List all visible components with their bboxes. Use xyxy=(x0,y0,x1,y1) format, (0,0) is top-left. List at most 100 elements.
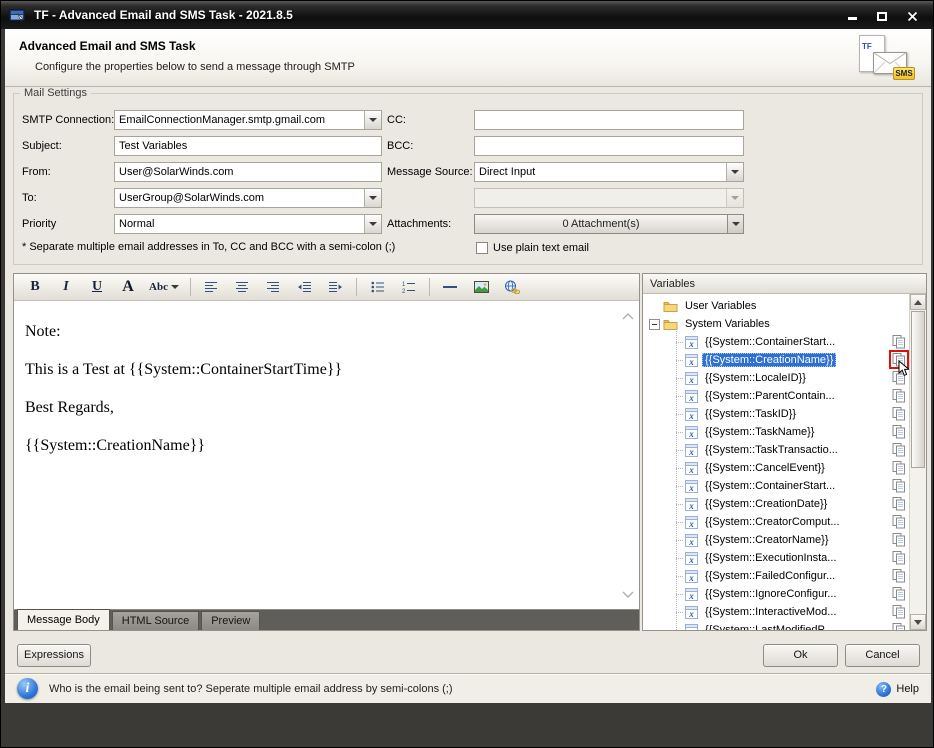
editor-tab[interactable]: Message Body xyxy=(17,609,110,630)
variable-row[interactable]: x {{System::TaskTransactio... xyxy=(643,441,909,459)
cancel-button[interactable]: Cancel xyxy=(845,644,920,667)
to-dropdown-button[interactable] xyxy=(364,189,381,207)
editor-tab[interactable]: Preview xyxy=(201,611,260,630)
close-icon xyxy=(907,11,918,22)
italic-button[interactable]: I xyxy=(51,277,81,298)
variable-row[interactable]: x {{System::CreationName}} xyxy=(643,351,909,369)
scroll-down-icon[interactable] xyxy=(622,585,634,603)
copy-variable-button[interactable] xyxy=(891,568,907,583)
toolbar-separator xyxy=(429,278,430,296)
variable-row[interactable]: x {{System::IgnoreConfigur... xyxy=(643,585,909,603)
insert-image-button[interactable] xyxy=(466,277,496,298)
folder-label: System Variables xyxy=(682,317,773,331)
variable-icon: x xyxy=(685,372,698,385)
variable-label: {{System::LocaleID}} xyxy=(702,371,809,385)
ok-button[interactable]: Ok xyxy=(763,644,838,667)
bcc-input[interactable] xyxy=(474,136,744,156)
outdent-button[interactable] xyxy=(289,277,319,298)
priority-dropdown-button[interactable] xyxy=(364,215,381,233)
copy-variable-button[interactable] xyxy=(891,334,907,349)
group-caption: Mail Settings xyxy=(20,87,91,99)
editor-tab[interactable]: HTML Source xyxy=(112,611,199,630)
close-button[interactable] xyxy=(905,8,919,22)
insert-hyperlink-button[interactable] xyxy=(497,277,527,298)
scroll-up-icon[interactable] xyxy=(622,307,634,325)
cc-input[interactable] xyxy=(474,110,744,130)
page-subtitle: Configure the properties below to send a… xyxy=(35,61,355,73)
copy-variable-button[interactable] xyxy=(891,496,907,511)
copy-variable-button[interactable] xyxy=(891,478,907,493)
variable-row[interactable]: x {{System::CreatorName}} xyxy=(643,531,909,549)
variable-row[interactable]: x {{System::InteractiveMod... xyxy=(643,603,909,621)
copy-icon xyxy=(892,407,906,421)
variables-scrollbar[interactable] xyxy=(909,294,926,630)
variable-label: {{System::CreatorName}} xyxy=(702,533,832,547)
from-input[interactable]: User@SolarWinds.com xyxy=(114,162,382,182)
attachments-button[interactable]: 0 Attachment(s) xyxy=(474,214,744,234)
numbered-list-button[interactable]: 12 xyxy=(393,277,423,298)
variable-row[interactable]: x {{System::ExecutionInsta... xyxy=(643,549,909,567)
underline-button[interactable]: U xyxy=(82,277,112,298)
tree-item-user-variables[interactable]: User Variables xyxy=(643,297,909,315)
bold-button[interactable]: B xyxy=(20,277,50,298)
variable-row[interactable]: x {{System::FailedConfigur... xyxy=(643,567,909,585)
message-source-dropdown-button[interactable] xyxy=(726,163,743,181)
to-combobox[interactable]: UserGroup@SolarWinds.com xyxy=(114,188,382,208)
attachments-dropdown-button[interactable] xyxy=(727,215,743,233)
copy-variable-button[interactable] xyxy=(891,514,907,529)
horizontal-rule-button[interactable] xyxy=(435,277,465,298)
chevron-down-icon xyxy=(731,196,739,200)
variable-row[interactable]: x {{System::CreatorComput... xyxy=(643,513,909,531)
collapse-icon[interactable] xyxy=(649,319,660,330)
scrollbar-thumb[interactable] xyxy=(911,311,925,468)
copy-variable-button[interactable] xyxy=(891,550,907,565)
copy-variable-button[interactable] xyxy=(891,622,907,630)
font-button[interactable]: A xyxy=(113,277,143,298)
copy-variable-button[interactable] xyxy=(891,532,907,547)
variable-row[interactable]: x {{System::CreationDate}} xyxy=(643,495,909,513)
variable-row[interactable]: x {{System::ParentContain... xyxy=(643,387,909,405)
variable-row[interactable]: x {{System::ContainerStart... xyxy=(643,477,909,495)
copy-icon xyxy=(892,569,906,583)
copy-variable-button[interactable] xyxy=(891,460,907,475)
copy-variable-button[interactable] xyxy=(891,424,907,439)
font-color-button[interactable]: Abc xyxy=(144,277,184,298)
tree-item-system-variables[interactable]: System Variables xyxy=(643,315,909,333)
smtp-connection-value: EmailConnectionManager.smtp.gmail.com xyxy=(115,111,364,129)
scroll-down-button[interactable] xyxy=(910,614,926,630)
indent-button[interactable] xyxy=(320,277,350,298)
smtp-dropdown-button[interactable] xyxy=(364,111,381,129)
copy-variable-button[interactable] xyxy=(891,586,907,601)
align-center-icon xyxy=(236,281,249,293)
variable-row[interactable]: x {{System::CancelEvent}} xyxy=(643,459,909,477)
checkbox-box[interactable] xyxy=(476,242,488,254)
subject-input[interactable]: Test Variables xyxy=(114,136,382,156)
copy-variable-button[interactable] xyxy=(891,352,907,367)
variable-row[interactable]: x {{System::TaskID}} xyxy=(643,405,909,423)
copy-variable-button[interactable] xyxy=(891,604,907,619)
variable-row[interactable]: x {{System::ContainerStart... xyxy=(643,333,909,351)
maximize-button[interactable] xyxy=(875,8,889,22)
variable-row[interactable]: x {{System::TaskName}} xyxy=(643,423,909,441)
variable-row[interactable]: x {{System::LocaleID}} xyxy=(643,369,909,387)
plain-text-checkbox[interactable]: Use plain text email xyxy=(476,242,589,254)
chevron-down-icon xyxy=(171,285,179,289)
variable-label: {{System::CreationName}} xyxy=(702,353,836,367)
variables-list: x {{System::ContainerStart... xyxy=(643,333,909,630)
help-button[interactable]: Help xyxy=(876,674,919,704)
copy-variable-button[interactable] xyxy=(891,388,907,403)
variable-row[interactable]: x {{System::LastModifiedP... xyxy=(643,621,909,630)
message-body-editor[interactable]: Note: This is a Test at {{System::Contai… xyxy=(14,301,639,609)
smtp-connection-combobox[interactable]: EmailConnectionManager.smtp.gmail.com xyxy=(114,110,382,130)
copy-variable-button[interactable] xyxy=(891,442,907,457)
align-left-button[interactable] xyxy=(196,277,226,298)
scroll-up-button[interactable] xyxy=(910,294,926,310)
copy-variable-button[interactable] xyxy=(891,406,907,421)
align-right-button[interactable] xyxy=(258,277,288,298)
message-source-combobox[interactable]: Direct Input xyxy=(474,162,744,182)
minimize-button[interactable] xyxy=(845,8,859,22)
bullet-list-button[interactable] xyxy=(362,277,392,298)
align-center-button[interactable] xyxy=(227,277,257,298)
priority-combobox[interactable]: Normal xyxy=(114,214,382,234)
expressions-button[interactable]: Expressions xyxy=(17,644,91,667)
